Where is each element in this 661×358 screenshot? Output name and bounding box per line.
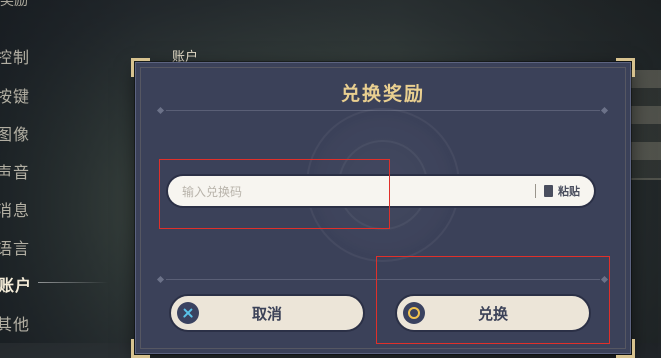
- menu-header: 奖励: [0, 0, 28, 9]
- side-item-audio[interactable]: 声音: [0, 159, 30, 183]
- redeem-dialog: 兑换奖励 输入兑换码 粘贴 取消 兑换: [131, 58, 635, 358]
- redeem-button-label: 兑换: [477, 304, 508, 323]
- divider-ornament: [156, 275, 165, 284]
- paste-label: 粘贴: [558, 185, 580, 198]
- side-item-other[interactable]: 其他: [0, 311, 30, 335]
- input-separator: [535, 184, 536, 198]
- x-icon: [177, 302, 199, 324]
- clipboard-icon: [541, 185, 553, 201]
- side-item-controls[interactable]: 控制: [0, 44, 30, 68]
- divider-ornament: [600, 106, 609, 115]
- corner-ornament: [616, 339, 635, 358]
- cancel-button[interactable]: 取消: [169, 294, 365, 332]
- divider-line: [166, 110, 600, 111]
- cancel-button-label: 取消: [251, 304, 282, 323]
- side-item-messages[interactable]: 消息: [0, 197, 30, 221]
- divider-ornament: [156, 106, 165, 115]
- side-item-graphics[interactable]: 图像: [0, 121, 30, 145]
- redeem-code-input-box[interactable]: 输入兑换码 粘贴: [168, 176, 594, 206]
- divider-ornament: [600, 275, 609, 284]
- side-item-language[interactable]: 语言: [0, 235, 30, 259]
- redeem-code-input[interactable]: 输入兑换码: [182, 183, 535, 200]
- divider-line: [166, 279, 600, 280]
- corner-ornament: [131, 58, 150, 77]
- side-item-account[interactable]: 账户: [0, 272, 109, 296]
- corner-ornament: [616, 58, 635, 77]
- background-list-strip: [630, 70, 661, 180]
- circle-icon: [403, 302, 425, 324]
- redeem-code-field: 输入兑换码 粘贴: [166, 174, 596, 208]
- paste-button[interactable]: 粘贴: [541, 183, 580, 201]
- dialog-title: 兑换奖励: [340, 83, 425, 105]
- redeem-button[interactable]: 兑换: [395, 294, 591, 332]
- corner-ornament: [131, 339, 150, 358]
- side-item-keys[interactable]: 按键: [0, 83, 30, 107]
